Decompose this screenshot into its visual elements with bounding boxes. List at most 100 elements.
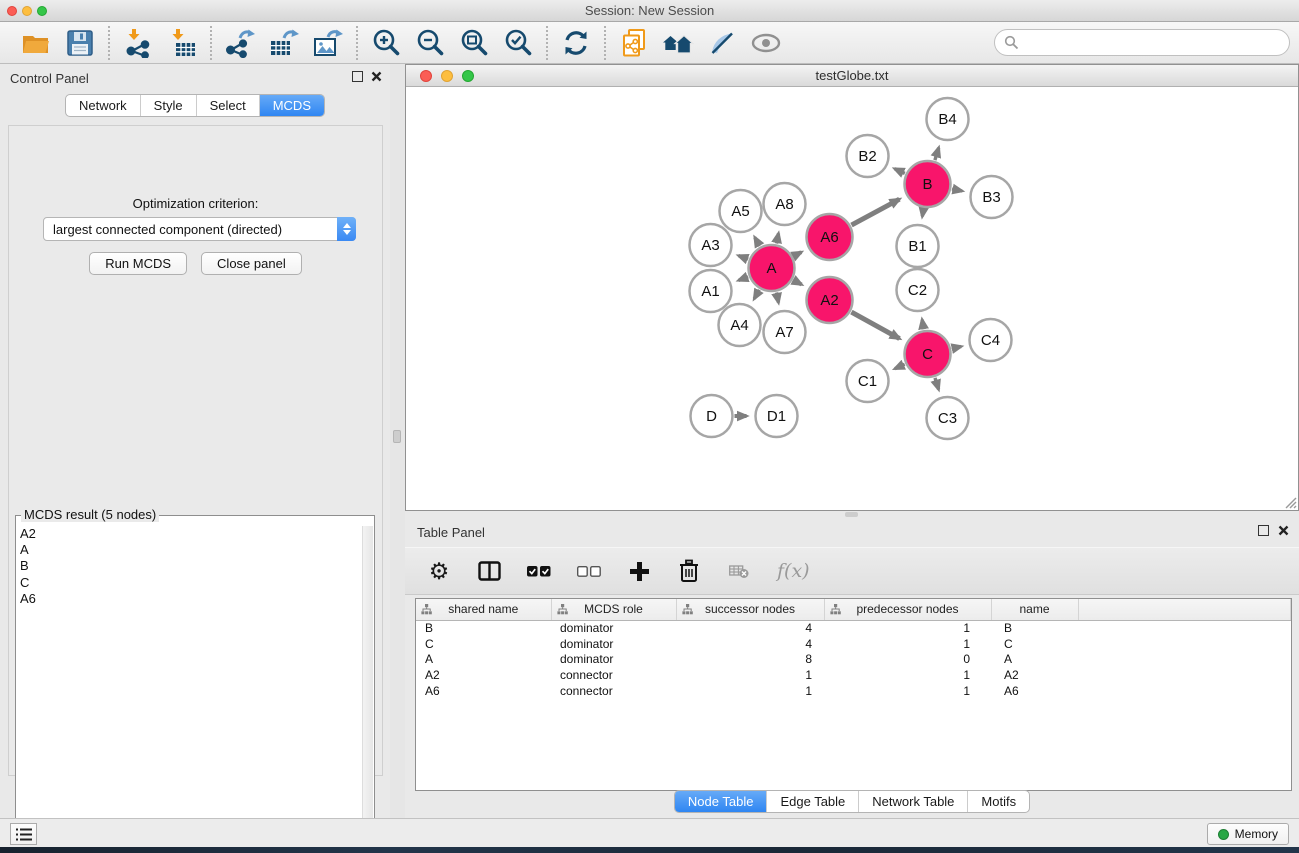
graph-edge-C-C1[interactable] — [895, 364, 905, 368]
run-mcds-button[interactable]: Run MCDS — [89, 252, 187, 275]
table-cell[interactable]: 1 — [676, 683, 824, 699]
export-table-button[interactable] — [268, 27, 300, 59]
graph-edge-A-A3[interactable] — [739, 256, 749, 260]
splitter-handle[interactable] — [393, 430, 401, 443]
save-session-button[interactable] — [64, 27, 96, 59]
graph-edge-A-A5[interactable] — [755, 237, 760, 246]
graph-node-C2[interactable]: C2 — [897, 269, 939, 311]
panel-splitter-vertical[interactable] — [390, 64, 405, 818]
table-cell[interactable]: B — [416, 620, 551, 636]
table-cell[interactable]: 1 — [676, 667, 824, 683]
table-row[interactable]: Adominator80A — [416, 651, 1291, 667]
new-network-from-file-button[interactable] — [618, 27, 650, 59]
tab-node-table[interactable]: Node Table — [675, 791, 767, 812]
table-row[interactable]: A6connector11A6 — [416, 683, 1291, 699]
graph-node-A1[interactable]: A1 — [690, 270, 732, 312]
graph-edge-B-B2[interactable] — [895, 169, 905, 174]
float-panel-icon[interactable] — [352, 71, 363, 82]
mcds-result-item[interactable]: A — [20, 542, 360, 558]
zoom-selected-button[interactable] — [502, 27, 534, 59]
graph-node-A4[interactable]: A4 — [719, 304, 761, 346]
table-cell[interactable]: connector — [551, 683, 676, 699]
close-panel-icon[interactable] — [371, 71, 382, 82]
apply-layout-button[interactable] — [560, 27, 592, 59]
function-builder-button[interactable]: f(x) — [777, 556, 810, 586]
graph-edge-C-C3[interactable] — [935, 378, 939, 390]
graph-node-B2[interactable]: B2 — [847, 135, 889, 177]
import-network-button[interactable] — [122, 27, 154, 59]
graph-node-B4[interactable]: B4 — [927, 98, 969, 140]
add-column-button[interactable] — [627, 556, 651, 586]
table-cell[interactable]: C — [991, 636, 1078, 652]
network-close-button[interactable] — [420, 70, 432, 82]
tab-select[interactable]: Select — [196, 95, 259, 116]
network-maximize-button[interactable] — [462, 70, 474, 82]
export-image-button[interactable] — [312, 27, 344, 59]
close-panel-icon[interactable] — [1278, 525, 1289, 536]
tab-motifs[interactable]: Motifs — [967, 791, 1029, 812]
delete-table-button[interactable] — [727, 556, 751, 586]
graph-edge-A6-B[interactable] — [852, 199, 900, 225]
table-cell[interactable]: dominator — [551, 651, 676, 667]
graph-node-C1[interactable]: C1 — [847, 360, 889, 402]
search-input[interactable] — [1025, 35, 1280, 50]
export-network-button[interactable] — [224, 27, 256, 59]
graph-edge-C-C4[interactable] — [952, 347, 961, 349]
table-cell[interactable]: C — [416, 636, 551, 652]
tab-style[interactable]: Style — [140, 95, 196, 116]
graph-node-C4[interactable]: C4 — [970, 319, 1012, 361]
mcds-result-item[interactable]: A6 — [20, 591, 360, 607]
table-cell[interactable]: A2 — [416, 667, 551, 683]
select-all-button[interactable] — [527, 556, 551, 586]
table-cell[interactable]: dominator — [551, 636, 676, 652]
zoom-in-button[interactable] — [370, 27, 402, 59]
network-canvas[interactable]: B4B2BB3A8A5A6A3B1AA1C2A2A4A7C4CC1DD1C3 — [406, 87, 1298, 510]
table-cell[interactable]: A2 — [991, 667, 1078, 683]
column-header-predecessor-nodes[interactable]: predecessor nodes — [824, 599, 991, 620]
column-header-successor-nodes[interactable]: successor nodes — [676, 599, 824, 620]
table-cell[interactable]: dominator — [551, 620, 676, 636]
close-window-button[interactable] — [7, 6, 17, 16]
graph-edge-B-B1[interactable] — [922, 209, 923, 217]
graph-edge-B-B3[interactable] — [952, 189, 962, 191]
mcds-result-item[interactable]: C — [20, 575, 360, 591]
graph-node-B3[interactable]: B3 — [971, 176, 1013, 218]
column-header-name[interactable]: name — [991, 599, 1078, 620]
graph-node-A3[interactable]: A3 — [690, 224, 732, 266]
network-window-titlebar[interactable]: testGlobe.txt — [406, 65, 1298, 87]
float-panel-icon[interactable] — [1258, 525, 1269, 536]
table-cell[interactable]: 1 — [824, 620, 991, 636]
column-header-shared-name[interactable]: shared name — [416, 599, 551, 620]
zoom-out-button[interactable] — [414, 27, 446, 59]
column-header-mcds-role[interactable]: MCDS role — [551, 599, 676, 620]
graph-edge-A-A8[interactable] — [777, 233, 779, 243]
table-cell[interactable]: A — [416, 651, 551, 667]
table-cell[interactable]: 1 — [824, 683, 991, 699]
show-all-networks-button[interactable] — [662, 27, 694, 59]
graph-node-A2[interactable]: A2 — [807, 277, 853, 323]
table-cell[interactable]: A6 — [416, 683, 551, 699]
graph-edge-C-C2[interactable] — [922, 320, 924, 330]
tab-mcds[interactable]: MCDS — [259, 95, 324, 116]
graph-node-C[interactable]: C — [905, 331, 951, 377]
graph-node-D[interactable]: D — [691, 395, 733, 437]
criterion-dropdown[interactable]: largest connected component (directed) — [43, 217, 356, 241]
graph-edge-A-A1[interactable] — [739, 277, 749, 281]
column-view-button[interactable] — [477, 556, 501, 586]
graph-node-A8[interactable]: A8 — [764, 183, 806, 225]
table-cell[interactable]: 0 — [824, 651, 991, 667]
table-cell[interactable]: 4 — [676, 636, 824, 652]
memory-button[interactable]: Memory — [1207, 823, 1289, 845]
network-minimize-button[interactable] — [441, 70, 453, 82]
table-row[interactable]: Cdominator41C — [416, 636, 1291, 652]
graph-node-B1[interactable]: B1 — [897, 225, 939, 267]
search-box[interactable] — [994, 29, 1290, 56]
graph-node-C3[interactable]: C3 — [927, 397, 969, 439]
table-row[interactable]: Bdominator41B — [416, 620, 1291, 636]
mcds-result-scrollbar[interactable] — [362, 526, 373, 853]
table-cell[interactable]: 4 — [676, 620, 824, 636]
table-cell[interactable]: 8 — [676, 651, 824, 667]
mcds-result-item[interactable]: A2 — [20, 526, 360, 542]
import-table-button[interactable] — [166, 27, 198, 59]
table-cell[interactable]: 1 — [824, 667, 991, 683]
